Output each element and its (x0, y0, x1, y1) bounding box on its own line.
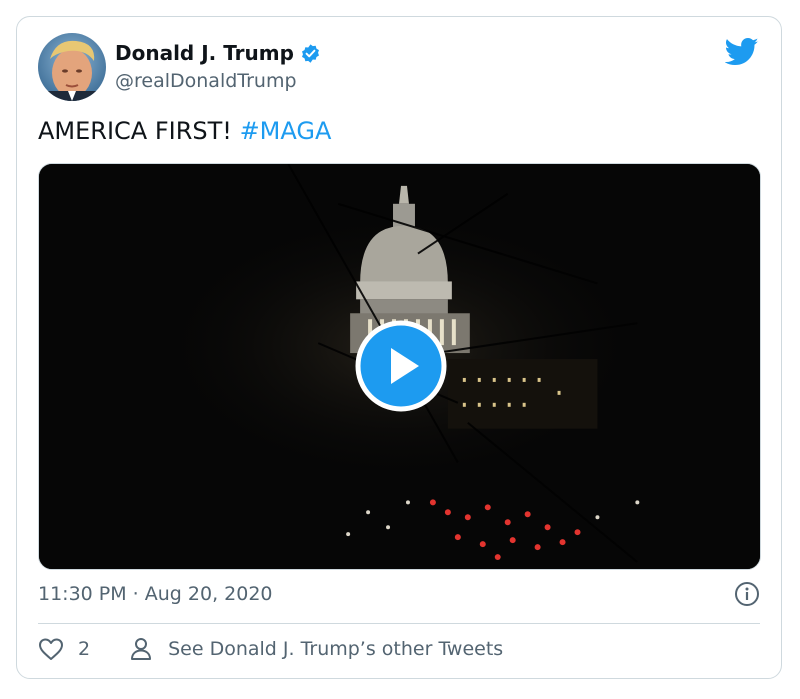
twitter-bird-icon[interactable] (724, 37, 759, 67)
author-name-row[interactable]: Donald J. Trump (115, 41, 321, 65)
video-player[interactable] (38, 163, 761, 570)
verified-badge-icon (300, 43, 321, 64)
info-icon[interactable] (734, 581, 760, 607)
see-other-tweets-link[interactable]: See Donald J. Trump’s other Tweets (130, 637, 503, 661)
avatar[interactable] (38, 33, 106, 101)
tweet-meta: 11:30 PM · Aug 20, 2020 (38, 581, 760, 607)
author-name[interactable]: Donald J. Trump (115, 41, 294, 65)
play-icon[interactable] (355, 320, 447, 412)
person-icon (131, 638, 152, 660)
author-handle[interactable]: @realDonaldTrump (115, 70, 297, 92)
tweet-body: AMERICA FIRST! (38, 117, 240, 145)
see-other-tweets-label[interactable]: See Donald J. Trump’s other Tweets (168, 638, 503, 660)
tweet-card[interactable]: Donald J. Trump @realDonaldTrump AMERICA… (16, 16, 782, 679)
hashtag-link[interactable]: #MAGA (240, 117, 332, 145)
tweet-timestamp[interactable]: 11:30 PM · Aug 20, 2020 (38, 583, 273, 605)
play-button[interactable] (355, 320, 447, 412)
like-button[interactable]: 2 (38, 637, 90, 661)
tweet-text: AMERICA FIRST! #MAGA (38, 117, 331, 145)
tweet-actions: 2 See Donald J. Trump’s other Tweets (38, 637, 503, 661)
divider (38, 623, 760, 624)
like-count: 2 (78, 638, 91, 660)
heart-icon[interactable] (38, 637, 64, 661)
